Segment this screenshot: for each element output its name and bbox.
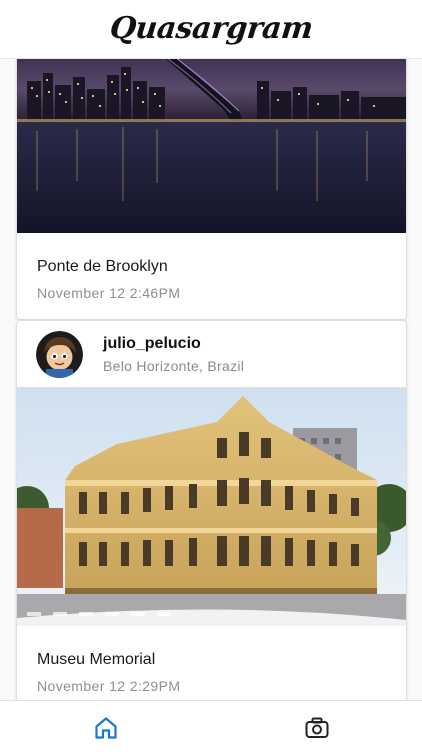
post-timestamp: November 12 2:29PM <box>37 678 181 694</box>
app-logo: Quasargram <box>107 10 315 46</box>
post-card[interactable]: julio_pelucio Belo Horizonte, Brazil Mus… <box>16 320 407 701</box>
camera-icon <box>305 717 328 738</box>
post-timestamp: November 12 2:46PM <box>37 285 181 301</box>
post-caption-area: Ponte de Brooklyn November 12 2:46PM <box>17 233 406 301</box>
home-icon <box>94 717 117 739</box>
post-photo[interactable] <box>17 388 406 626</box>
post-username[interactable]: julio_pelucio <box>103 334 244 354</box>
app-root: Quasargram Ponte de Brooklyn November 12… <box>0 0 422 755</box>
post-photo[interactable] <box>17 58 406 233</box>
nav-camera-button[interactable] <box>211 701 422 755</box>
post-location: Belo Horizonte, Brazil <box>103 358 245 374</box>
photo-feed[interactable]: Ponte de Brooklyn November 12 2:46PM jul… <box>0 58 422 701</box>
top-header: Quasargram <box>0 0 422 59</box>
post-caption: Museu Memorial <box>37 651 156 668</box>
post-card[interactable]: Ponte de Brooklyn November 12 2:46PM <box>16 58 407 320</box>
post-caption-area: Museu Memorial November 12 2:29PM <box>17 626 406 694</box>
post-header[interactable]: julio_pelucio Belo Horizonte, Brazil <box>17 321 406 388</box>
user-info: julio_pelucio Belo Horizonte, Brazil <box>103 334 244 374</box>
nav-home-button[interactable] <box>0 701 211 755</box>
avatar[interactable] <box>36 330 83 378</box>
bottom-nav <box>0 700 422 755</box>
post-caption: Ponte de Brooklyn <box>37 258 168 275</box>
